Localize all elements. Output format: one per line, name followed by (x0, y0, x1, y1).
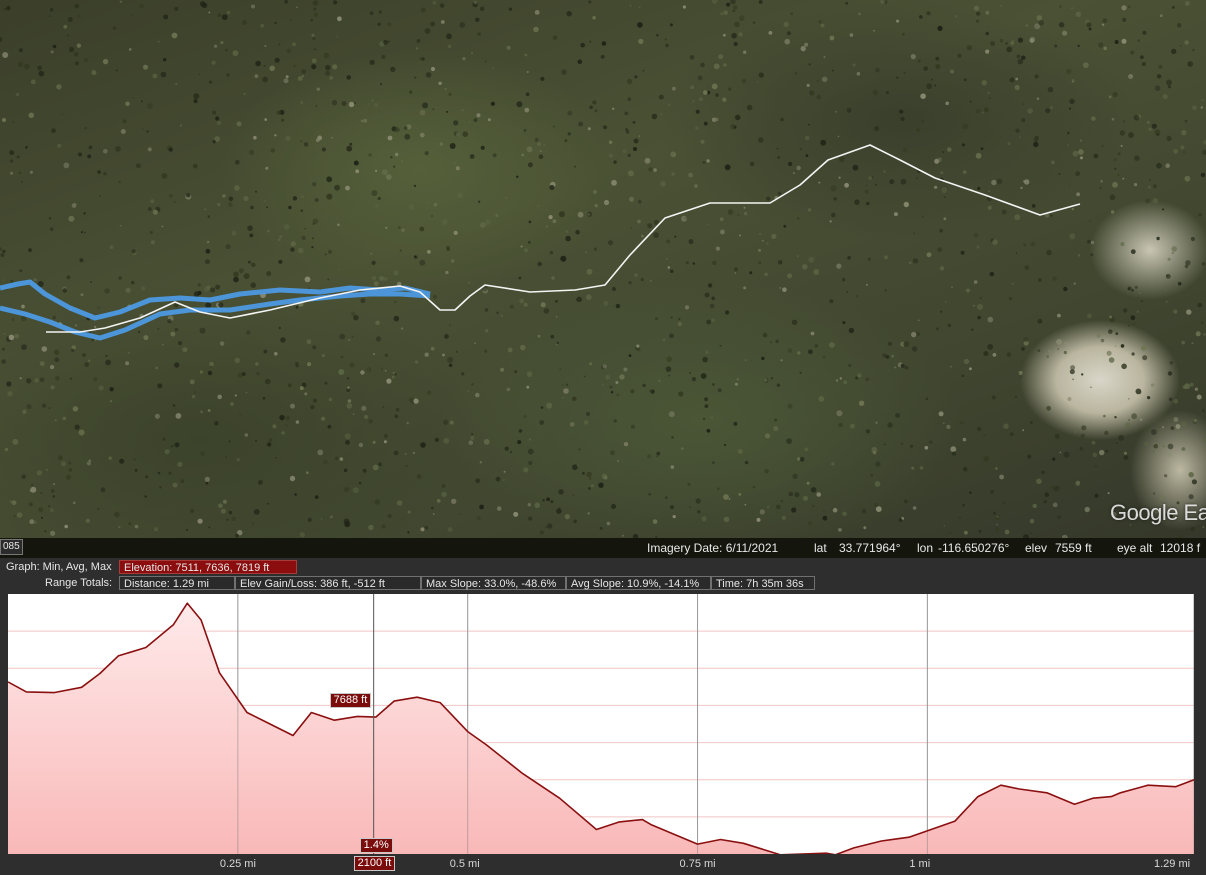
lat-value: 33.771964° (839, 541, 901, 555)
elev-label: elev (1025, 541, 1048, 555)
x-tick-label: 1 mi (909, 858, 931, 870)
time-stat[interactable]: Time: 7h 35m 36s (711, 576, 815, 590)
range-totals-label: Range Totals: (45, 577, 113, 589)
x-tick-label: 1.29 mi (1154, 858, 1191, 870)
cursor-slope-tag: 1.4% (359, 838, 393, 853)
distance-stat[interactable]: Distance: 1.29 mi (119, 576, 235, 590)
google-earth-watermark: Google Ea (1110, 500, 1206, 525)
track-overlay (0, 144, 1081, 341)
status-bar: 085 Imagery Date: 6/11/2021 lat 33.77196… (0, 538, 1206, 558)
lat-label: lat (814, 541, 827, 555)
lon-label: lon (917, 541, 934, 555)
lon-value: -116.650276° (938, 541, 1010, 555)
planned-route-white[interactable] (46, 144, 1081, 333)
eye-alt-label: eye alt (1117, 541, 1153, 555)
scale-badge: 085 (0, 539, 23, 555)
max-slope-stat[interactable]: Max Slope: 33.0%, -48.6% (421, 576, 566, 590)
elevation-chart (8, 594, 1194, 854)
elevation-stats[interactable]: Elevation: 7511, 7636, 7819 ft (119, 560, 297, 574)
eye-alt-value: 12018 f (1160, 541, 1201, 555)
elev-gain-loss-stat[interactable]: Elev Gain/Loss: 386 ft, -512 ft (235, 576, 421, 590)
imagery-date: Imagery Date: 6/11/2021 (647, 541, 779, 555)
elev-value: 7559 ft (1055, 541, 1092, 555)
cursor-distance-tag: 2100 ft (353, 856, 396, 871)
gps-track-blue[interactable] (0, 279, 431, 341)
x-tick-label: 0.25 mi (219, 858, 256, 870)
graph-mode-label: Graph: Min, Avg, Max (6, 561, 112, 573)
x-tick-label: 0.5 mi (449, 858, 480, 870)
avg-slope-stat[interactable]: Avg Slope: 10.9%, -14.1% (566, 576, 711, 590)
cursor-elevation-tag: 7688 ft (329, 692, 372, 708)
satellite-map-view[interactable]: Google Ea (0, 0, 1206, 538)
elevation-profile-panel[interactable]: Graph: Min, Avg, Max Elevation: 7511, 76… (0, 558, 1206, 875)
elevation-graph[interactable] (8, 594, 1194, 854)
x-tick-label: 0.75 mi (679, 858, 716, 870)
